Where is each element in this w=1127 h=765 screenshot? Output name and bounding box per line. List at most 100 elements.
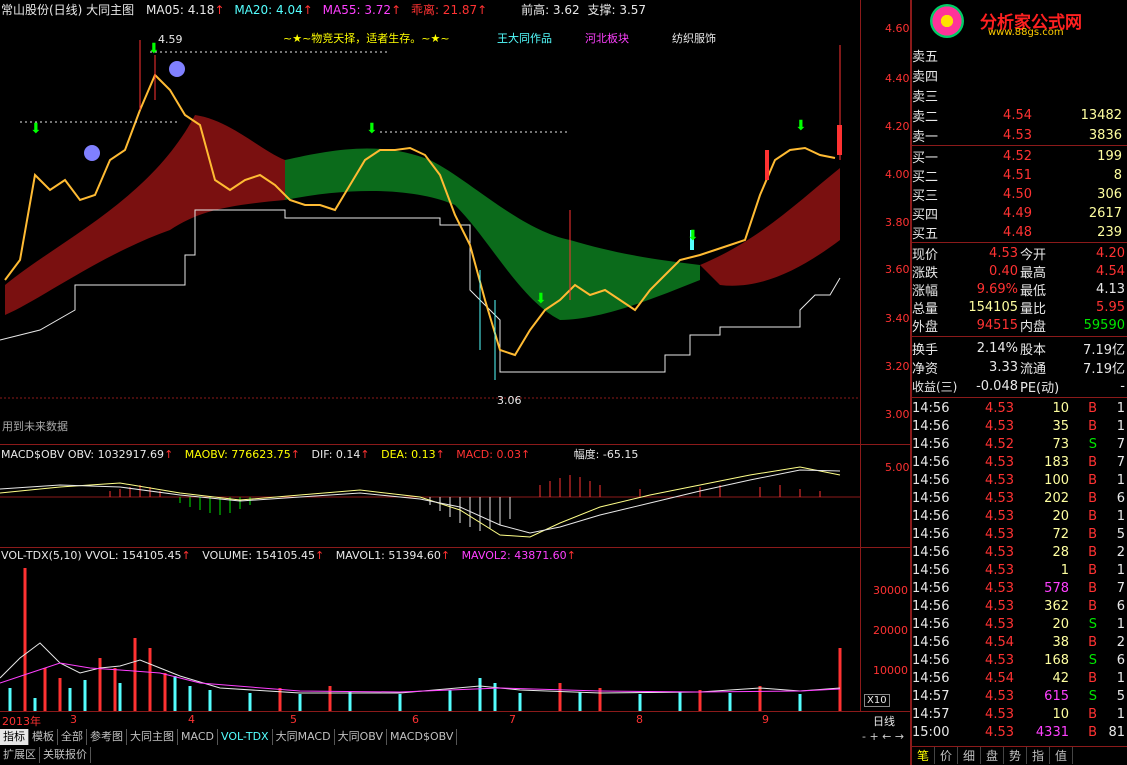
tick-time: 14:56	[912, 670, 950, 686]
tick-time: 15:00	[912, 724, 950, 740]
author-label: 王大同作品	[497, 32, 552, 45]
tab-datong-obv[interactable]: 大同OBV	[335, 729, 387, 745]
panel-tabbar: 笔价细盘势指值	[912, 746, 1127, 765]
tick-time: 14:56	[912, 544, 950, 560]
macd-panel[interactable]: MACD$OBV OBV: 1032917.69↑ MAOBV: 776623.…	[0, 445, 860, 547]
month-label: 3	[70, 713, 77, 726]
tab-book[interactable]: 盘	[981, 747, 1004, 764]
tab-index[interactable]: 指	[1027, 747, 1050, 764]
tick-side: B	[1088, 454, 1097, 470]
logo-url: www.88gs.com	[988, 27, 1064, 38]
tick-row: 14:56 4.53 168 S 6	[912, 651, 1127, 669]
tick-count: 7	[1116, 454, 1125, 470]
tick-volume: 42	[1052, 670, 1069, 686]
year-label: 2013年	[2, 715, 41, 728]
tick-price: 4.53	[985, 616, 1014, 632]
tick-side: B	[1088, 670, 1097, 686]
tick-time: 14:56	[912, 508, 950, 524]
ma-cloud-red-right	[700, 168, 840, 286]
tab-macd[interactable]: MACD	[178, 729, 218, 745]
maobv-value: MAOBV: 776623.75	[184, 448, 291, 461]
tick-time: 14:56	[912, 436, 950, 452]
tick-count: 1	[1116, 418, 1125, 434]
tick-price: 4.53	[985, 454, 1014, 470]
tab-template[interactable]: 模板	[29, 729, 58, 745]
tab-value[interactable]: 值	[1050, 747, 1073, 764]
sell-row-1[interactable]: 卖一 4.53 3836	[912, 126, 1127, 145]
dif-value: DIF: 0.14	[311, 448, 361, 461]
macd-bars	[109, 475, 821, 531]
y-tick: 3.80	[885, 216, 910, 229]
tick-price: 4.53	[985, 580, 1014, 596]
tab-vol-tdx[interactable]: VOL-TDX	[218, 729, 273, 745]
tick-side: B	[1088, 634, 1097, 650]
tab-indicator[interactable]: 指标	[0, 729, 29, 745]
tick-volume: 73	[1052, 436, 1069, 452]
fundamental-row: 净资 3.33 流通 7.19亿	[912, 359, 1125, 377]
buy-row-1[interactable]: 买一 4.52 199	[912, 147, 1127, 166]
tick-volume: 202	[1044, 490, 1069, 506]
tick-count: 1	[1116, 400, 1125, 416]
tick-side: B	[1088, 472, 1097, 488]
tab-datong-macd[interactable]: 大同MACD	[273, 729, 335, 745]
tick-time: 14:56	[912, 418, 950, 434]
tick-list[interactable]: 14:56 4.53 10 B 1 14:56 4.53 35 B 1 14:56 4.52 73 S 7 1…	[912, 399, 1127, 743]
month-label: 4	[188, 713, 195, 726]
arrow-down-icon: ⬇	[687, 228, 699, 244]
macd-y-axis: 5.00	[860, 445, 910, 547]
fudu-value: 幅度: -65.15	[573, 448, 639, 461]
zhicheng-value: 支撑: 3.57	[587, 3, 647, 17]
tick-volume: 1	[1060, 562, 1069, 578]
month-label: 5	[290, 713, 297, 726]
tick-count: 81	[1108, 724, 1125, 740]
tick-price: 4.53	[985, 706, 1014, 722]
tab-trend[interactable]: 势	[1004, 747, 1027, 764]
qiangao-value: 前高: 3.62	[521, 3, 580, 17]
y-tick: 4.00	[885, 168, 910, 181]
tick-volume: 20	[1052, 508, 1069, 524]
ma20-value: MA20: 4.04	[234, 3, 303, 17]
arrow-down-icon: ⬇	[795, 118, 807, 134]
tick-row: 14:56 4.53 100 B 1	[912, 471, 1127, 489]
sell-row-2[interactable]: 卖二 4.54 13482	[912, 106, 1127, 125]
buy-row-4[interactable]: 买四 4.49 2617	[912, 204, 1127, 223]
buy-row-3[interactable]: 买三 4.50 306	[912, 185, 1127, 204]
sad-face-icon	[84, 145, 100, 161]
buy-row-5[interactable]: 买五 4.48 239	[912, 223, 1127, 242]
tab-extension[interactable]: 扩展区	[0, 747, 40, 763]
tab-related-quote[interactable]: 关联报价	[40, 747, 91, 763]
buy-row-2[interactable]: 买二 4.51 8	[912, 166, 1127, 185]
tick-price: 4.54	[985, 634, 1014, 650]
sell-row-5[interactable]: 卖五	[912, 46, 1127, 65]
flower-logo-icon	[930, 4, 964, 38]
tick-volume: 615	[1044, 688, 1069, 704]
tab-reference[interactable]: 参考图	[87, 729, 127, 745]
nav-arrows[interactable]: - + ← →	[862, 730, 904, 743]
volume-panel[interactable]: VOL-TDX(5,10) VVOL: 154105.45↑ VOLUME: 1…	[0, 548, 860, 711]
sell-row-4[interactable]: 卖四	[912, 66, 1127, 85]
tab-detail[interactable]: 细	[958, 747, 981, 764]
time-axis: 2013年 3 4 5 6 7 8 9 日线	[0, 711, 910, 729]
tick-row: 14:56 4.53 578 B 7	[912, 579, 1127, 597]
month-label: 6	[412, 713, 419, 726]
tab-price[interactable]: 价	[935, 747, 958, 764]
tick-side: B	[1088, 418, 1097, 434]
tab-all[interactable]: 全部	[58, 729, 87, 745]
tick-count: 1	[1116, 562, 1125, 578]
tick-side: B	[1088, 508, 1097, 524]
sell-row-3[interactable]: 卖三	[912, 86, 1127, 105]
tick-volume: 183	[1044, 454, 1069, 470]
main-chart-panel[interactable]: ⬇ ⬇ ⬇ ⬇ ⬇ ⬇ 常山股份(日线) 大同主图 MA05: 4.18↑ MA…	[0, 0, 860, 444]
tick-count: 7	[1116, 580, 1125, 596]
tab-datong-main[interactable]: 大同主图	[127, 729, 178, 745]
tick-count: 6	[1116, 652, 1125, 668]
tick-side: B	[1088, 526, 1097, 542]
tick-price: 4.53	[985, 418, 1014, 434]
tick-side: S	[1088, 688, 1097, 704]
tick-price: 4.53	[985, 400, 1014, 416]
tick-time: 14:56	[912, 490, 950, 506]
period-label[interactable]: 日线	[873, 713, 895, 729]
tab-trades[interactable]: 笔	[912, 747, 935, 764]
logo: 分析家公式网 www.88gs.com	[930, 2, 1127, 38]
tab-macd-obv[interactable]: MACD$OBV	[387, 729, 458, 745]
